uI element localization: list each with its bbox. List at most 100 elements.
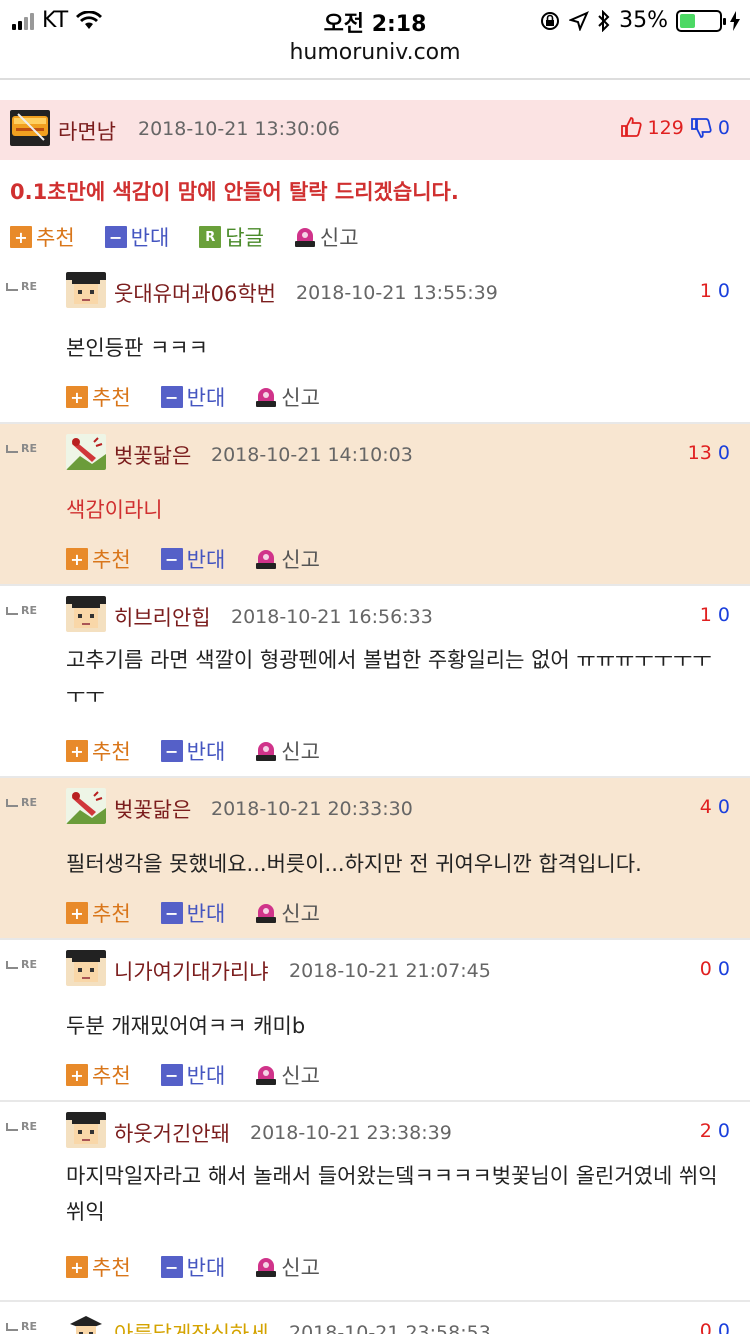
recommend-button[interactable]: + 추천 [66,898,131,928]
report-button[interactable]: 신고 [255,1060,320,1090]
reply-marker: RE [6,604,37,617]
oppose-button[interactable]: − 반대 [104,222,170,252]
report-label: 신고 [281,902,320,926]
report-label: 신고 [281,386,320,410]
recommend-button[interactable]: + 추천 [66,382,131,412]
comment-date: 2018-10-21 21:07:45 [289,960,491,982]
recommend-button[interactable]: + 추천 [66,736,131,766]
vote-counts: 0 0 [700,1320,730,1334]
report-button[interactable]: 신고 [255,898,320,928]
vote-counts: 129 0 [620,116,730,139]
minus-icon: − [160,1256,183,1278]
oppose-button[interactable]: − 반대 [160,1060,225,1090]
plus-icon: + [66,902,88,924]
comment-author[interactable]: 하웃거긴안돼 [114,1118,230,1148]
oppose-label: 반대 [186,548,226,572]
reply-comment: RE 웃대유머과06학번 2018-10-21 13:55:39 1 0 본인등판 ㅋㅋ… [0,262,750,424]
oppose-label: 반대 [130,226,170,250]
report-button[interactable]: 신고 [255,736,320,766]
siren-icon [255,1064,277,1086]
downvote-count: 0 [717,442,730,464]
comment-actions: + 추천 − 반대 신고 [66,1060,350,1090]
recommend-label: 추천 [92,902,131,926]
comment-actions: + 추천 − 반대 신고 [66,1252,350,1282]
user-avatar[interactable] [66,596,106,632]
oppose-label: 반대 [186,902,226,926]
comment-author[interactable]: 벚꽃닮은 [114,794,191,824]
comment-author[interactable]: 니가여기대가리냐 [114,956,269,986]
charging-icon [730,10,740,31]
oppose-button[interactable]: − 반대 [160,898,226,928]
user-avatar[interactable] [66,434,106,470]
user-avatar[interactable] [66,950,106,986]
downvote-count: 0 [717,604,730,626]
user-avatar[interactable] [66,272,106,308]
re-label: RE [21,1120,37,1133]
reply-marker: RE [6,958,37,971]
reply-arrow-icon [6,282,18,291]
report-button[interactable]: 신고 [294,222,359,252]
oppose-button[interactable]: − 반대 [160,544,226,574]
comment-actions: + 추천 − 반대 신고 [66,898,350,928]
recommend-button[interactable]: + 추천 [66,544,131,574]
comment-text: 고추기름 라면 색깔이 형광펜에서 볼법한 주황일리는 없어 ㅠㅠㅠㅜㅜㅜㅜㅜㅜ [66,648,712,708]
comment-author[interactable]: 라면남 [58,116,116,146]
comment-text: 두분 개재밌어여ㅋㅋ 캐미b [66,1014,306,1038]
reply-comment: RE 아름답게장식하세 2018-10-21 23:58:53 0 0 [0,1302,750,1334]
comment-date: 2018-10-21 13:30:06 [138,118,340,140]
comment-text: 색감이라니 [66,498,163,522]
reply-comment: RE 니가여기대가리냐 2018-10-21 21:07:45 0 0 두분 개재밌어여… [0,940,750,1102]
comment-author[interactable]: 아름답게장식하세 [114,1318,269,1334]
plus-icon: + [66,1256,88,1278]
user-avatar[interactable] [66,788,106,824]
location-icon [569,10,590,31]
downvote-count: 0 [717,280,730,302]
reply-arrow-icon [6,798,18,807]
comment-actions: + 추천 − 반대 R 답글 신고 [10,222,389,252]
recommend-button[interactable]: + 추천 [66,1252,131,1282]
comment-actions: + 추천 − 반대 신고 [66,544,350,574]
reply-icon: R [199,226,222,248]
recommend-button[interactable]: + 추천 [66,1060,131,1090]
comment-author[interactable]: 히브리안힙 [114,602,211,632]
downvote-count: 0 [717,796,730,818]
comment-text: 필터생각을 못했네요...버릇이...하지만 전 귀여우니깐 합격입니다. [66,852,642,876]
reply-arrow-icon [6,606,18,615]
upvote-count: 13 [687,442,712,464]
user-avatar[interactable] [66,1312,106,1334]
oppose-button[interactable]: − 반대 [160,736,225,766]
recommend-label: 추천 [92,1064,131,1088]
vote-counts: 1 0 [700,604,730,626]
plus-icon: + [66,1064,88,1086]
report-button[interactable]: 신고 [255,1252,320,1282]
re-label: RE [21,796,37,809]
re-label: RE [21,280,37,293]
oppose-button[interactable]: − 반대 [160,382,225,412]
reply-marker: RE [6,1320,37,1333]
oppose-label: 반대 [186,1256,226,1280]
url-label[interactable]: humoruniv.com [0,40,750,76]
report-button[interactable]: 신고 [255,382,320,412]
user-avatar[interactable] [66,1112,106,1148]
plus-icon: + [10,226,32,248]
status-bar: KT 오전 2:18 35% [0,0,750,40]
reply-comment: RE 벚꽃닮은 2018-10-21 14:10:03 13 0 색감이라니 + 추천 −… [0,424,750,586]
recommend-label: 추천 [92,1256,131,1280]
best-comment-body: 0.1초만에 색감이 맘에 안들어 탈락 드리겠습니다. + 추천 − 반대 R 답글… [0,160,750,260]
siren-icon [255,386,277,408]
recommend-button[interactable]: + 추천 [10,222,75,252]
plus-icon: + [66,548,88,570]
vote-counts: 4 0 [700,796,730,818]
comment-author[interactable]: 벚꽃닮은 [114,440,191,470]
status-right: 35% [539,8,740,33]
vote-counts: 2 0 [700,1120,730,1142]
bluetooth-icon [598,9,610,32]
downvote-count: 0 [717,958,730,980]
oppose-button[interactable]: − 반대 [160,1252,226,1282]
comment-author[interactable]: 웃대유머과06학번 [114,278,276,308]
reply-button[interactable]: R 답글 [199,222,264,252]
upvote-count: 0 [699,958,712,980]
report-button[interactable]: 신고 [255,544,320,574]
upvote-count: 2 [699,1120,712,1142]
reply-marker: RE [6,1120,37,1133]
